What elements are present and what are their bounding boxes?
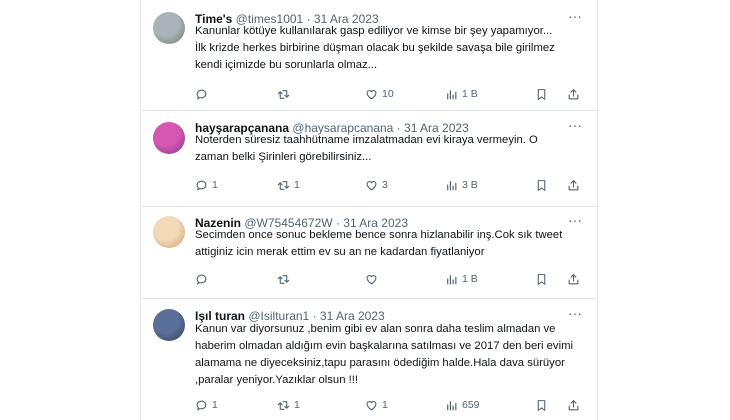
reply-icon: [195, 273, 208, 286]
views-button[interactable]: 3 B: [445, 176, 478, 194]
tweet-text-line: attiginiz icin merak ettim ev su an ne k…: [195, 246, 485, 258]
tweet-text: Noterden süresiz taahhütname imzalatmada…: [195, 132, 579, 166]
retweet-icon: [277, 88, 290, 101]
retweet-button[interactable]: 1: [277, 396, 300, 414]
tweet-text-line: Kanunlar kötüye kullanılarak gasp ediliy…: [195, 25, 553, 37]
bookmark-button[interactable]: [535, 270, 548, 288]
reply-icon: [195, 179, 208, 192]
tweet[interactable]: Time's @times1001 · 31 Ara 2023 ··· Kanunl…: [141, 0, 597, 111]
views-count: 3 B: [462, 179, 478, 191]
retweet-icon: [277, 273, 290, 286]
retweet-button[interactable]: [277, 85, 294, 103]
views-button[interactable]: 659: [445, 396, 480, 414]
views-icon: [445, 88, 458, 101]
heart-icon: [365, 273, 378, 286]
avatar[interactable]: [153, 122, 185, 154]
reply-button[interactable]: [195, 270, 212, 288]
heart-icon: [365, 88, 378, 101]
tweet-actions: 1 B: [195, 270, 583, 288]
retweet-icon: [277, 179, 290, 192]
reply-button[interactable]: 1: [195, 176, 218, 194]
tweet-text-line: İlk krizde herkes birbirine düşman olaca…: [195, 42, 555, 54]
share-icon: [567, 273, 580, 286]
tweet-actions: 1 1 1 659: [195, 396, 583, 414]
views-icon: [445, 273, 458, 286]
tweet-text: Kanun var diyorsunuz ,benim gibi ev alan…: [195, 321, 579, 389]
tweet-text-line: kendi içimizde bu sorunlarla olmaz...: [195, 59, 378, 71]
bookmark-button[interactable]: [535, 396, 548, 414]
share-button[interactable]: [567, 270, 580, 288]
reply-count: 1: [212, 179, 218, 191]
bookmark-button[interactable]: [535, 176, 548, 194]
share-icon: [567, 88, 580, 101]
tweet-text: Kanunlar kötüye kullanılarak gasp ediliy…: [195, 23, 579, 74]
reply-icon: [195, 88, 208, 101]
like-count: 10: [382, 88, 394, 100]
like-button[interactable]: [365, 270, 382, 288]
retweet-count: 1: [294, 399, 300, 411]
tweet-text-line: Kanun var diyorsunuz ,benim gibi ev alan…: [195, 323, 556, 335]
tweet[interactable]: Işıl turan @Isilturan1 · 31 Ara 2023 ··· K…: [141, 298, 597, 420]
retweet-button[interactable]: [277, 270, 294, 288]
like-button[interactable]: 1: [365, 396, 388, 414]
bookmark-icon: [535, 88, 548, 101]
share-button[interactable]: [567, 396, 580, 414]
tweet-actions: 10 1 B: [195, 85, 583, 103]
tweet-feed: Time's @times1001 · 31 Ara 2023 ··· Kanunl…: [140, 0, 598, 420]
views-count: 1 B: [462, 273, 478, 285]
heart-icon: [365, 179, 378, 192]
tweet[interactable]: Nazenin @W75454672W · 31 Ara 2023 ··· Seci…: [141, 206, 597, 299]
bookmark-icon: [535, 273, 548, 286]
tweet-text-line: Noterden süresiz taahhütname imzalatmada…: [195, 134, 538, 146]
bookmark-icon: [535, 179, 548, 192]
bookmark-icon: [535, 399, 548, 412]
views-button[interactable]: 1 B: [445, 270, 478, 288]
like-button[interactable]: 10: [365, 85, 394, 103]
retweet-button[interactable]: 1: [277, 176, 300, 194]
share-button[interactable]: [567, 176, 580, 194]
share-icon: [567, 399, 580, 412]
views-icon: [445, 399, 458, 412]
bookmark-button[interactable]: [535, 85, 548, 103]
like-count: 1: [382, 399, 388, 411]
like-button[interactable]: 3: [365, 176, 388, 194]
reply-icon: [195, 399, 208, 412]
tweet-text-line: ,paralar yeniyor.Yazıklar olsun !!!: [195, 374, 359, 386]
avatar[interactable]: [153, 12, 185, 44]
avatar[interactable]: [153, 216, 185, 248]
reply-button[interactable]: 1: [195, 396, 218, 414]
tweet-text: Secimden once sonuc bekleme bence sonra …: [195, 227, 579, 261]
tweet[interactable]: hayşarapçanana @haysarapcanana · 31 Ara …: [141, 110, 597, 207]
reply-button[interactable]: [195, 85, 212, 103]
like-count: 3: [382, 179, 388, 191]
tweet-text-line: alamama ne diyeceksiniz,tapu parasını öd…: [195, 357, 565, 369]
tweet-text-line: zaman belki Şirinleri görebilirsiniz...: [195, 151, 372, 163]
tweet-text-line: Secimden once sonuc bekleme bence sonra …: [195, 229, 563, 241]
views-button[interactable]: 1 B: [445, 85, 478, 103]
views-count: 1 B: [462, 88, 478, 100]
views-icon: [445, 179, 458, 192]
retweet-count: 1: [294, 179, 300, 191]
avatar[interactable]: [153, 309, 185, 341]
share-icon: [567, 179, 580, 192]
tweet-actions: 1 1 3 3 B: [195, 176, 583, 194]
tweet-text-line: haberim olmadan aldığım evin başkalarına…: [195, 340, 574, 352]
share-button[interactable]: [567, 85, 580, 103]
heart-icon: [365, 399, 378, 412]
retweet-icon: [277, 399, 290, 412]
views-count: 659: [462, 399, 480, 411]
reply-count: 1: [212, 399, 218, 411]
